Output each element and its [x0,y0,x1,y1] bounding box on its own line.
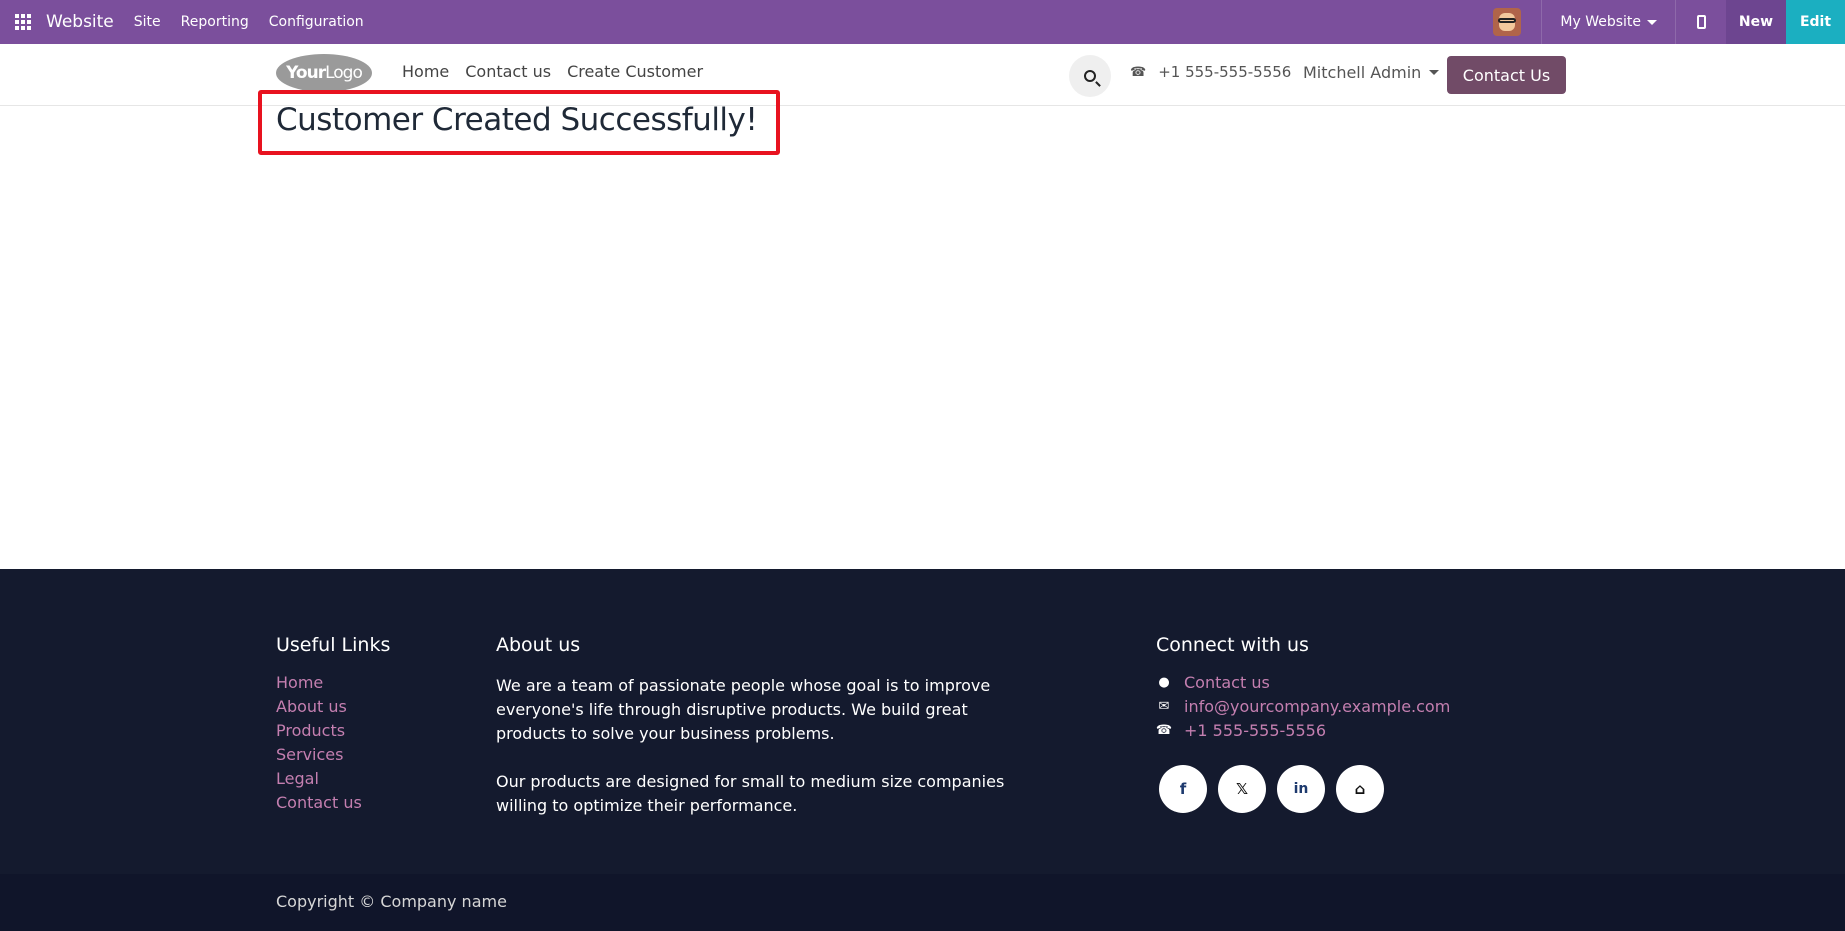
menu-reporting[interactable]: Reporting [181,14,249,30]
connect-list: ● Contact us ✉ info@yourcompany.example.… [1156,674,1450,740]
phone-icon: ☎ [1130,64,1147,80]
header-phone[interactable]: ☎ +1 555-555-5556 [1130,63,1291,81]
new-button[interactable]: New [1726,0,1786,44]
connect-email[interactable]: ✉ info@yourcompany.example.com [1156,698,1451,716]
home-icon[interactable]: ⌂ [1336,765,1384,813]
mobile-icon [1696,15,1706,29]
nav-create-customer[interactable]: Create Customer [567,62,703,81]
menu-site[interactable]: Site [134,14,161,30]
search-button[interactable] [1069,55,1111,97]
connect-title: Connect with us [1156,634,1309,656]
edit-button[interactable]: Edit [1786,0,1845,44]
admin-navbar: Website Site Reporting Configuration My … [0,0,1845,44]
menu-configuration[interactable]: Configuration [269,14,364,30]
header-phone-number: +1 555-555-5556 [1158,63,1292,81]
about-us-text: We are a team of passionate people whose… [496,674,1016,818]
apps-menu-icon[interactable] [0,0,46,44]
footer-link-home[interactable]: Home [276,674,362,692]
nav-home[interactable]: Home [402,62,449,81]
copyright-text: Copyright © Company name [276,892,507,911]
site-nav: Home Contact us Create Customer [402,62,703,81]
about-paragraph-2: Our products are designed for small to m… [496,772,1005,815]
connect-contact[interactable]: ● Contact us [1156,674,1450,692]
facebook-icon[interactable]: f [1159,765,1207,813]
site-logo[interactable]: Your Logo [276,54,372,92]
phone-icon: ☎ [1155,723,1173,738]
user-menu[interactable]: Mitchell Admin [1303,63,1440,82]
chat-icon: ● [1158,675,1170,690]
footer-link-legal[interactable]: Legal [276,770,362,788]
footer-link-about-us[interactable]: About us [276,698,362,716]
search-icon [1084,70,1096,82]
admin-navbar-right: My Website New Edit [1493,0,1845,44]
app-name[interactable]: Website [46,12,114,32]
contact-us-button[interactable]: Contact Us [1447,56,1566,94]
highlight-box [258,90,780,155]
chevron-down-icon [1647,19,1657,25]
x-icon[interactable]: 𝕏 [1218,765,1266,813]
user-name: Mitchell Admin [1303,63,1422,82]
social-links: f 𝕏 in ⌂ [1159,765,1384,813]
linkedin-icon[interactable]: in [1277,765,1325,813]
useful-links-title: Useful Links [276,634,391,656]
website-selector[interactable]: My Website [1542,0,1675,44]
nav-contact-us[interactable]: Contact us [465,62,551,81]
useful-links-list: Home About us Products Services Legal Co… [276,674,362,812]
copyright-bar: Copyright © Company name [0,874,1845,931]
connect-phone[interactable]: ☎ +1 555-555-5556 [1156,722,1450,740]
user-avatar[interactable] [1493,8,1522,36]
footer: Useful Links Home About us Products Serv… [0,569,1845,874]
envelope-icon: ✉ [1158,699,1170,714]
about-us-title: About us [496,634,581,656]
footer-link-services[interactable]: Services [276,746,362,764]
chevron-down-icon [1429,70,1440,75]
footer-link-contact-us[interactable]: Contact us [276,794,362,812]
about-paragraph-1: We are a team of passionate people whose… [496,676,991,743]
footer-link-products[interactable]: Products [276,722,362,740]
website-selector-label: My Website [1560,14,1641,30]
mobile-preview-button[interactable] [1676,0,1726,44]
